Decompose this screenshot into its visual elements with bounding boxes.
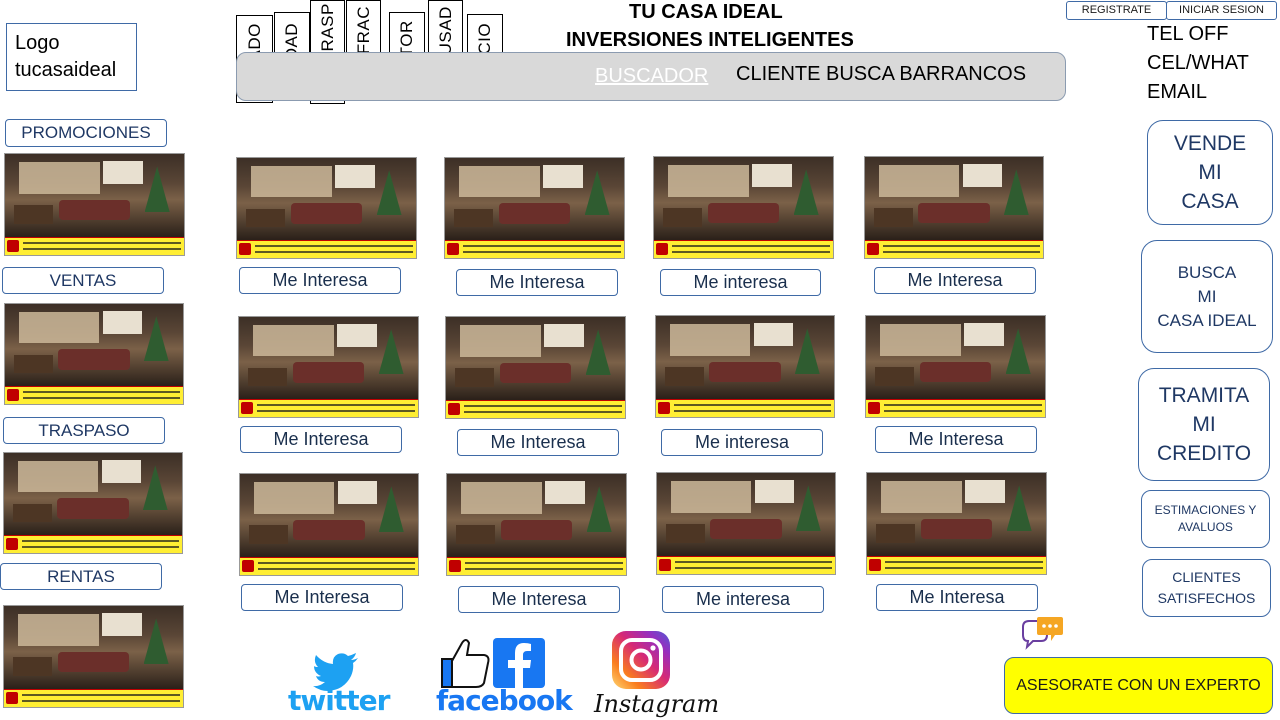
listing-image[interactable] bbox=[446, 473, 627, 576]
me-interesa-button[interactable]: Me interesa bbox=[661, 429, 823, 456]
promo-listing-image[interactable] bbox=[4, 153, 185, 256]
me-interesa-button[interactable]: Me Interesa bbox=[240, 426, 402, 453]
listing-image[interactable] bbox=[864, 156, 1044, 259]
listing-image[interactable] bbox=[656, 472, 836, 575]
twitter-label[interactable]: twitter bbox=[288, 684, 390, 717]
promociones-button[interactable]: PROMOCIONES bbox=[5, 119, 167, 147]
instagram-icon[interactable] bbox=[612, 631, 670, 689]
busca-mi-casa-button[interactable]: BUSCA MI CASA IDEAL bbox=[1141, 240, 1273, 353]
ventas-button[interactable]: VENTAS bbox=[2, 267, 164, 294]
listing-image[interactable] bbox=[655, 315, 835, 418]
traspaso-button[interactable]: TRASPASO bbox=[3, 417, 165, 444]
listing-image[interactable] bbox=[865, 315, 1046, 418]
facebook-label[interactable]: facebook bbox=[436, 684, 573, 717]
contact-tel: TEL OFF bbox=[1147, 23, 1229, 45]
chat-icon[interactable] bbox=[1021, 617, 1065, 651]
me-interesa-button[interactable]: Me Interesa bbox=[875, 426, 1037, 453]
estimaciones-avaluos-button[interactable]: ESTIMACIONES Y AVALUOS bbox=[1141, 490, 1270, 548]
tramita-credito-button[interactable]: TRAMITA MI CREDITO bbox=[1138, 368, 1270, 481]
contact-info: TEL OFF CEL/WHAT EMAIL bbox=[1147, 20, 1267, 107]
me-interesa-button[interactable]: Me Interesa bbox=[876, 584, 1038, 611]
register-button[interactable]: REGISTRATE bbox=[1066, 1, 1167, 20]
login-button[interactable]: INICIAR SESION bbox=[1166, 1, 1277, 20]
listing-image[interactable] bbox=[445, 316, 626, 419]
clientes-satisfechos-button[interactable]: CLIENTES SATISFECHOS bbox=[1142, 559, 1271, 617]
search-query-text[interactable]: CLIENTE BUSCA BARRANCOS bbox=[736, 63, 1026, 86]
contact-cel: CEL/WHAT bbox=[1147, 52, 1249, 74]
me-interesa-button[interactable]: Me Interesa bbox=[874, 267, 1036, 294]
logo-line-1: Logo bbox=[15, 32, 60, 54]
listing-image[interactable] bbox=[866, 472, 1047, 575]
logo-box[interactable]: Logo tucasaideal bbox=[6, 23, 137, 91]
me-interesa-button[interactable]: Me Interesa bbox=[457, 429, 619, 456]
contact-email: EMAIL bbox=[1147, 81, 1208, 103]
renta-listing-image[interactable] bbox=[3, 605, 184, 708]
me-interesa-button[interactable]: Me Interesa bbox=[239, 267, 401, 294]
thumbs-up-icon bbox=[436, 637, 492, 689]
me-interesa-button[interactable]: Me Interesa bbox=[458, 586, 620, 613]
me-interesa-button[interactable]: Me Interesa bbox=[456, 269, 618, 296]
traspaso-listing-image[interactable] bbox=[3, 452, 183, 554]
asesorate-experto-button[interactable]: ASESORATE CON UN EXPERTO bbox=[1004, 657, 1273, 714]
me-interesa-button[interactable]: Me Interesa bbox=[241, 584, 403, 611]
venta-listing-image[interactable] bbox=[4, 303, 184, 405]
rentas-button[interactable]: RENTAS bbox=[0, 563, 162, 590]
facebook-f-icon[interactable] bbox=[493, 638, 545, 688]
site-subtitle: INVERSIONES INTELIGENTES bbox=[566, 29, 854, 51]
vende-mi-casa-button[interactable]: VENDE MI CASA bbox=[1147, 120, 1273, 225]
buscador-link[interactable]: BUSCADOR bbox=[595, 65, 708, 88]
instagram-label[interactable]: Instagram bbox=[594, 690, 719, 718]
listing-image[interactable] bbox=[653, 156, 834, 259]
listing-image[interactable] bbox=[238, 316, 419, 418]
listing-image[interactable] bbox=[239, 473, 419, 576]
listing-image[interactable] bbox=[236, 157, 417, 259]
listing-image[interactable] bbox=[444, 157, 625, 259]
site-title: TU CASA IDEAL bbox=[629, 1, 783, 23]
me-interesa-button[interactable]: Me interesa bbox=[660, 269, 821, 296]
logo-line-2: tucasaideal bbox=[15, 59, 117, 81]
me-interesa-button[interactable]: Me interesa bbox=[662, 586, 824, 613]
